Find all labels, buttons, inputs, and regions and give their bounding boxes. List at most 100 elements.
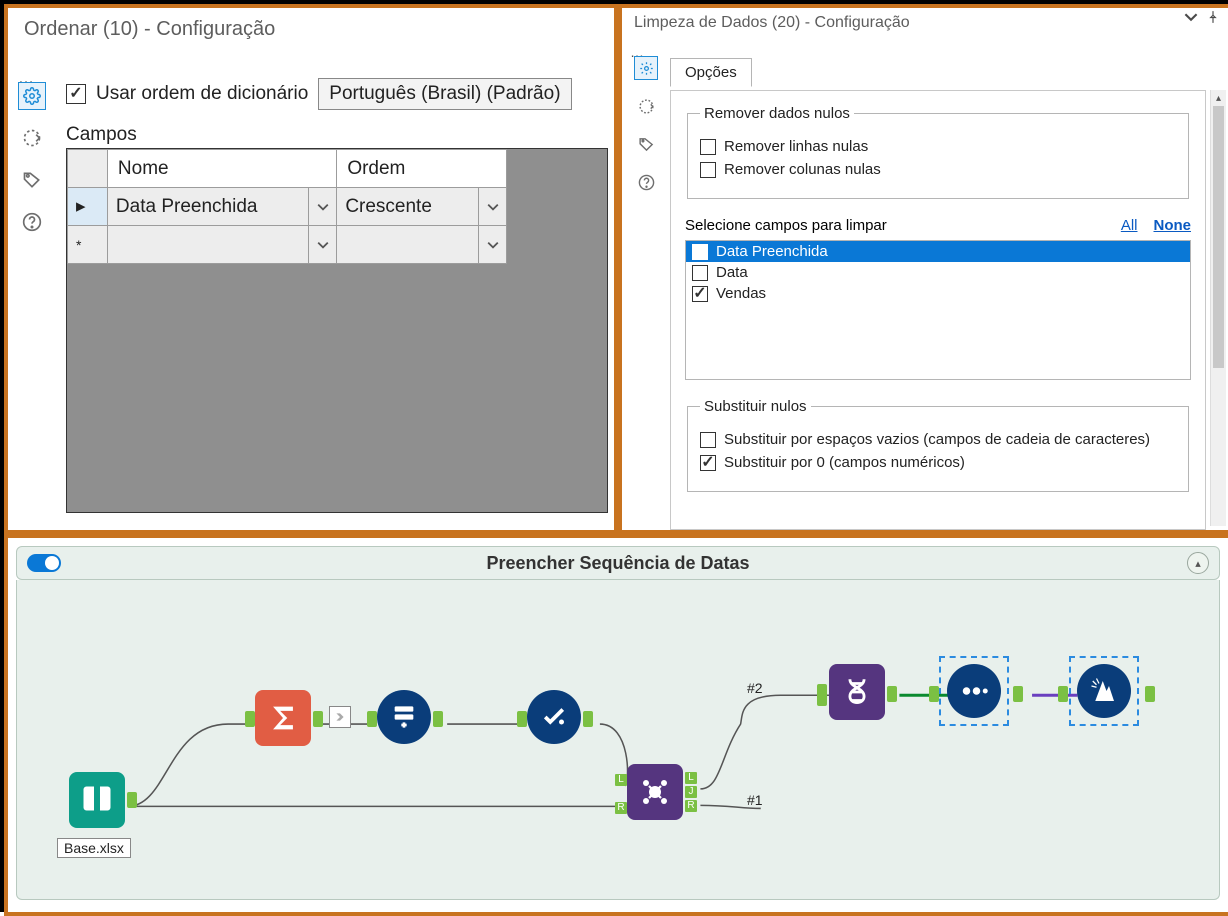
field-checkbox[interactable] [692,265,708,281]
macro-2[interactable] [1069,656,1139,726]
new-row-icon[interactable]: * [68,226,108,264]
options-body: Remover dados nulos Remover linhas nulas… [670,90,1206,530]
chevron-down-icon[interactable] [308,226,336,263]
join-output-1-label: #1 [747,792,763,808]
group-title: Remover dados nulos [700,105,854,122]
tag-icon[interactable] [18,166,46,194]
output-anchor[interactable] [433,711,443,727]
container-toggle[interactable] [27,554,61,572]
sort-config-panel: Ordenar (10) - Configuração … Usar ordem… [4,4,618,534]
join-tool[interactable] [627,764,683,820]
input-anchor[interactable] [367,711,377,727]
field-checkbox[interactable] [692,244,708,260]
chevron-down-icon[interactable] [308,188,336,225]
gear-icon[interactable] [634,56,658,80]
output-anchor[interactable] [583,711,593,727]
port-r-out[interactable]: R [685,800,697,812]
chevron-down-icon[interactable] [1184,10,1198,27]
summarize-tool[interactable] [255,690,311,746]
list-item[interactable]: Data Preenchida [686,241,1190,262]
macro-1[interactable] [939,656,1009,726]
chevron-down-icon[interactable] [478,226,506,263]
output-anchor[interactable] [313,711,323,727]
sort-body: Usar ordem de dicionário Português (Bras… [66,78,608,524]
name-cell-empty[interactable] [107,226,336,264]
order-cell[interactable]: Crescente [337,188,507,226]
refresh-icon[interactable] [18,124,46,152]
container-header: Preencher Sequência de Datas ▴ [16,546,1220,580]
macro-tool-2[interactable] [1077,664,1131,718]
output-anchor[interactable] [127,792,137,808]
col-name-header[interactable]: Nome [107,150,336,188]
input-anchor[interactable] [817,684,827,706]
output-anchor[interactable] [887,686,897,702]
panel-title: Ordenar (10) - Configuração [8,8,614,47]
help-icon[interactable] [18,208,46,236]
right-sidebar [626,56,666,194]
remove-null-rows-label: Remover linhas nulas [724,138,868,155]
fields-label: Campos [66,124,608,146]
macro-tool-1[interactable] [947,664,1001,718]
replace-null-group: Substituir nulos Substituir por espaços … [687,398,1189,492]
remove-null-group: Remover dados nulos Remover linhas nulas… [687,105,1189,199]
replace-blank-checkbox[interactable] [700,432,716,448]
use-dict-checkbox[interactable] [66,84,86,104]
group-title: Substituir nulos [700,398,811,415]
language-dropdown[interactable]: Português (Brasil) (Padrão) [318,78,571,110]
port-l-out[interactable]: L [685,772,697,784]
replace-zero-label: Substituir por 0 (campos numéricos) [724,454,965,471]
scroll-up-icon[interactable]: ▴ [1211,90,1226,106]
col-order-header[interactable]: Ordem [337,150,507,188]
scrollbar[interactable]: ▴ [1210,90,1226,526]
collapse-icon[interactable]: ▴ [1187,552,1209,574]
replace-zero-checkbox[interactable] [700,455,716,471]
gear-icon[interactable] [18,82,46,110]
name-cell[interactable]: Data Preenchida [107,188,336,226]
scroll-thumb[interactable] [1213,106,1224,368]
port-r[interactable]: R [615,802,627,814]
table-row-new[interactable]: * [68,226,507,264]
row-selector-icon[interactable]: ▸ [68,188,108,226]
replace-blank-label: Substituir por espaços vazios (campos de… [724,431,1150,448]
remove-null-rows-checkbox[interactable] [700,139,716,155]
field-checkbox[interactable] [692,286,708,302]
join-output-2-label: #2 [747,680,763,696]
field-listbox[interactable]: Data Preenchida Data Vendas [685,240,1191,380]
left-sidebar [12,82,52,236]
intermediate-anchor[interactable] [329,706,351,728]
output-anchor[interactable] [1145,686,1155,702]
list-item[interactable]: Vendas [686,283,1190,304]
workflow-canvas[interactable]: Base.xlsx L R [16,580,1220,900]
remove-null-cols-label: Remover colunas nulas [724,161,881,178]
port-j-out[interactable]: J [685,786,697,798]
output-anchor[interactable] [1013,686,1023,702]
panel-title: Limpeza de Dados (20) - Configuração [622,8,1228,38]
port-l[interactable]: L [615,774,627,786]
workflow-panel: Preencher Sequência de Datas ▴ Base.xlsx [4,534,1228,916]
input-anchor[interactable] [245,711,255,727]
chevron-down-icon[interactable] [478,188,506,225]
select-none-link[interactable]: None [1154,217,1192,234]
input-data-tool[interactable] [69,772,125,828]
input-anchor[interactable] [929,686,939,702]
pin-icon[interactable] [1206,10,1220,27]
remove-null-cols-checkbox[interactable] [700,162,716,178]
tab-options[interactable]: Opções [670,58,752,87]
fields-table[interactable]: Nome Ordem ▸ Data Preenchida Crescente [67,149,507,264]
list-item[interactable]: Data [686,262,1190,283]
union-tool[interactable] [829,664,885,720]
order-cell-empty[interactable] [337,226,507,264]
select-tool[interactable] [527,690,581,744]
help-icon[interactable] [634,170,658,194]
tag-icon[interactable] [634,132,658,156]
input-anchor[interactable] [1058,686,1068,702]
table-row[interactable]: ▸ Data Preenchida Crescente [68,188,507,226]
cleanse-config-panel: Limpeza de Dados (20) - Configuração … O… [618,4,1228,534]
fields-grid: Nome Ordem ▸ Data Preenchida Crescente [66,148,608,513]
refresh-icon[interactable] [634,94,658,118]
input-anchor[interactable] [517,711,527,727]
tabstrip: Opções [670,58,752,87]
select-all-link[interactable]: All [1121,217,1138,234]
generate-rows-tool[interactable] [377,690,431,744]
use-dict-label: Usar ordem de dicionário [96,83,308,105]
